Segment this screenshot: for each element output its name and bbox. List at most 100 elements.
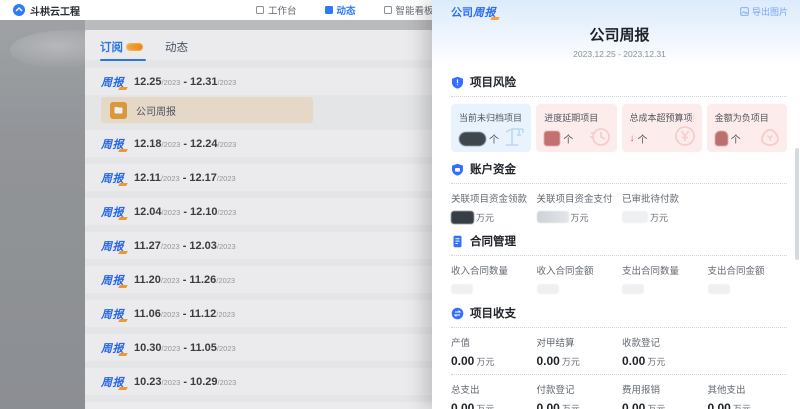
card-unit: 个 (731, 131, 741, 146)
report-date-range: 11.20/2023-11.26/2023 (134, 274, 235, 286)
report-list-item[interactable]: 周报 11.06/2023-11.12/2023 (85, 300, 432, 327)
weekly-report-badge: 周报 (101, 238, 124, 254)
report-list: 周报 12.25/2023-12.31/2023 公司周报 周报 (85, 60, 432, 409)
card-label: 当前未归档项目 (459, 111, 523, 124)
shield-alert-icon (451, 76, 464, 89)
stat-value: 0.00 (537, 354, 560, 368)
stat-label: 已审批待付款 (622, 191, 702, 205)
income-stats-row1: 产值 0.00万元 对甲结算 0.00万元 收款登记 0.00万元 (451, 335, 787, 368)
stat-unit: 万元 (476, 402, 494, 409)
card-label: 进度延期项目 (544, 111, 608, 124)
stat-unit: 万元 (647, 355, 665, 368)
report-list-item[interactable]: 周报 12.04/2023-12.10/2023 (85, 198, 432, 225)
nav-workbench[interactable]: 工作台 (256, 3, 297, 17)
redacted-value (622, 284, 644, 294)
yuan-circle-icon (673, 124, 697, 148)
tab-subscribe[interactable]: 订阅 (100, 39, 143, 61)
report-file-icon (110, 102, 127, 119)
export-icon (740, 7, 749, 16)
divider (451, 374, 787, 375)
stat-unit: 万元 (647, 402, 665, 409)
income-stats-row2: 总支出 0.00万元 付款登记 0.00万元 费用报销 0.00万元 (451, 382, 787, 409)
report-list-item[interactable]: 周报 11.27/2023-12.03/2023 (85, 232, 432, 259)
stat-unit: 万元 (562, 402, 580, 409)
stat-unit: 万元 (476, 355, 494, 368)
stat-funds-pending: 已审批待付款 万元 (622, 191, 702, 224)
stat-value: 0.00 (451, 354, 474, 368)
stat-unit: 万元 (476, 211, 494, 224)
report-date-range: 10.23/2023-10.29/2023 (134, 376, 236, 388)
stat-value: 0.00 (537, 401, 560, 409)
report-list-item-partial[interactable] (85, 402, 432, 409)
section-title: 项目收支 (470, 305, 516, 321)
export-label: 导出图片 (752, 5, 788, 18)
tab-feed[interactable]: 动态 (165, 39, 188, 61)
risk-card-negative-amount: 金额为负项目 个 (707, 104, 787, 152)
panel-scrollbar[interactable] (795, 148, 799, 260)
risk-card-unarchived: 当前未归档项目 个 (451, 104, 531, 152)
export-image-button[interactable]: 导出图片 (740, 5, 788, 18)
report-date-range: 11.27/2023-12.03/2023 (134, 240, 236, 252)
tab-feed-label: 动态 (165, 39, 188, 55)
report-list-item[interactable]: 周报 12.11/2023-12.17/2023 (85, 164, 432, 191)
background-strip (85, 20, 432, 30)
report-date-range: 12.25/2023-12.31/2023 (134, 76, 236, 88)
nav-feed[interactable]: 动态 (325, 3, 356, 17)
report-sub-item-selected[interactable]: 公司周报 (101, 97, 313, 123)
crane-icon (502, 124, 526, 148)
board-icon (384, 6, 392, 14)
divider (451, 255, 787, 256)
weekly-report-badge: 周报 (101, 204, 124, 220)
contract-stat: 收入合同数量 (451, 263, 531, 296)
redacted-value (459, 132, 486, 146)
funds-stats: 关联项目资金领款 万元 关联项目资金支付 万元 已审批待付款 万元 (451, 191, 787, 224)
stat-label: 支出合同金额 (708, 263, 788, 277)
report-list-item[interactable]: 周报 11.20/2023-11.26/2023 (85, 266, 432, 293)
card-unit: 个 (638, 131, 648, 146)
expense-stat: 总支出 0.00万元 (451, 382, 531, 409)
expense-stat: 费用报销 0.00万元 (622, 382, 702, 409)
redacted-value (537, 284, 559, 294)
section-title: 账户资金 (470, 161, 516, 177)
card-label: 金额为负项目 (715, 111, 779, 124)
report-list-item[interactable]: 周报 10.30/2023-11.05/2023 (85, 334, 432, 361)
expense-stat: 付款登记 0.00万元 (537, 382, 617, 409)
weekly-report-drawer: 公司周报 导出图片 公司周报 2023.12.25 - 2023.12.31 项… (432, 0, 800, 409)
app-logo-icon (13, 4, 25, 16)
background-photo (0, 20, 85, 409)
risk-card-over-budget: 总成本超预算项目 ↓个 (622, 104, 702, 152)
drawer-title-prefix: 公司 (451, 4, 473, 20)
report-date-range: 12.11/2023-12.17/2023 (134, 172, 236, 184)
cycle-icon (451, 307, 464, 320)
stat-funds-withdraw: 关联项目资金领款 万元 (451, 191, 531, 224)
weekly-report-badge: 周报 (101, 340, 124, 356)
section-project-income-expense: 项目收支 产值 0.00万元 对甲结算 0.00万元 (451, 305, 787, 409)
report-date-range: 11.06/2023-11.12/2023 (134, 308, 235, 320)
stat-value: 0.00 (622, 401, 645, 409)
redacted-value (451, 284, 473, 294)
section-title: 合同管理 (470, 233, 516, 249)
tab-subscribe-label: 订阅 (100, 39, 123, 55)
weekly-report-badge: 周报 (101, 170, 124, 186)
weekly-report-badge: 周报 (101, 136, 124, 152)
feed-list-panel: 订阅 动态 周报 12.25/2023-12.31/2023 公司周报 (85, 30, 432, 409)
workbench-icon (256, 6, 264, 14)
redacted-value (715, 131, 728, 146)
section-project-risk: 项目风险 当前未归档项目 个 进度延期项目 个 总成本超预算项目 (451, 74, 787, 152)
nav-workbench-label: 工作台 (268, 3, 297, 17)
report-date-range: 2023.12.25 - 2023.12.31 (451, 49, 788, 59)
stat-unit: 万元 (733, 402, 751, 409)
report-list-item[interactable]: 周报 10.23/2023-10.29/2023 (85, 368, 432, 395)
brand: 斗栱云工程 (13, 3, 80, 18)
drawer-title-small: 公司周报 (451, 4, 496, 20)
report-title: 公司周报 (451, 24, 788, 45)
income-stat: 收款登记 0.00万元 (622, 335, 702, 368)
stat-label: 其他支出 (708, 382, 788, 396)
report-list-item[interactable]: 周报 12.18/2023-12.24/2023 (85, 130, 432, 157)
feed-icon (325, 6, 333, 14)
report-list-item[interactable]: 周报 12.25/2023-12.31/2023 (85, 68, 432, 95)
stat-label: 关联项目资金支付 (537, 191, 617, 205)
nav-board-label: 智能看板 (396, 3, 434, 17)
app-window: 斗栱云工程 工作台 动态 智能看板 订阅 (0, 0, 800, 409)
stat-label: 收款登记 (622, 335, 702, 349)
